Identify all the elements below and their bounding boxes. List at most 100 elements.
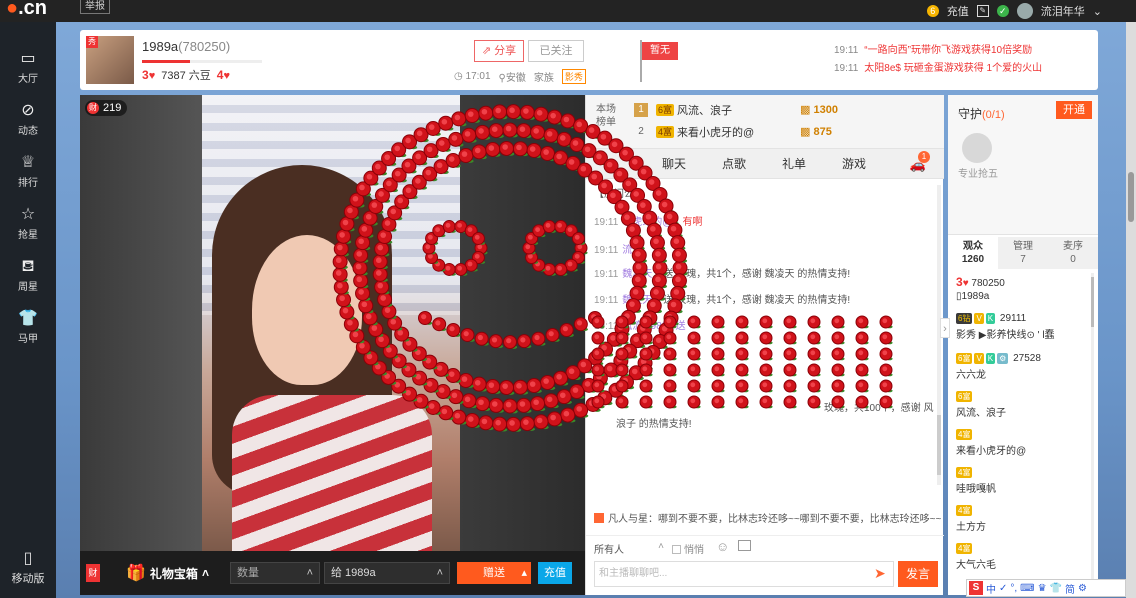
image-icon[interactable]: [738, 540, 751, 551]
bean-count: 7387 六豆: [161, 70, 211, 82]
follow-button[interactable]: 已关注: [528, 40, 584, 62]
open-guard-button[interactable]: 开通: [1056, 101, 1092, 119]
viewer-count-badge: 财 219: [85, 100, 128, 116]
chevron-up-icon: ▴: [521, 567, 527, 579]
recharge-link[interactable]: 充值: [947, 3, 969, 19]
private-checkbox[interactable]: 悄悄: [672, 541, 704, 556]
chat-message: 19:11 魏凌天 a 送 玫瑰，共1个，感谢 魏凌天 的热情支持!: [594, 295, 851, 306]
chat-input[interactable]: 和主播聊聊吧...: [594, 561, 894, 587]
chevron-up-icon: ˄: [436, 567, 443, 579]
sidebar-item-ranking[interactable]: ♕ 排行: [0, 148, 56, 198]
site-logo[interactable]: ●.cn: [6, 0, 47, 20]
send-arrow-icon[interactable]: ➤: [874, 565, 886, 582]
tab-games[interactable]: 游戏: [824, 149, 884, 178]
report-button[interactable]: 举报: [80, 0, 110, 14]
quantity-input[interactable]: 数量 ˄: [230, 562, 320, 584]
sidebar-item-hall[interactable]: ▭ 大厅: [0, 44, 56, 94]
scroll-thumb[interactable]: [1128, 172, 1134, 222]
notice-item[interactable]: 19:11 “一路向西”玩带你飞游戏获得10倍奖励: [834, 42, 1074, 60]
coin-stack-icon: ▩: [800, 126, 811, 138]
horn-icon: [594, 513, 604, 523]
share-button[interactable]: ⇗ 分享: [474, 40, 524, 62]
shirt-icon: 👕: [18, 310, 38, 327]
ime-settings-icon: ⚙: [1078, 582, 1087, 594]
page-scrollbar[interactable]: [1126, 22, 1136, 598]
list-item[interactable]: 4富 土方方: [956, 505, 986, 533]
location-icon: ⚲: [498, 73, 506, 84]
sidebar-item-grab-star[interactable]: ☆ 抢星: [0, 200, 56, 250]
recharge-button[interactable]: 充值: [538, 562, 572, 584]
list-item[interactable]: 4富 来看小虎牙的@: [956, 429, 1026, 457]
tab-mic-queue[interactable]: 麦序 0: [1048, 237, 1098, 269]
gift-box-button[interactable]: 🎁 礼物宝箱 ˄: [126, 563, 209, 583]
ime-skin-icon: ♛: [1037, 582, 1047, 594]
list-item[interactable]: 4富 哇哦嘎帆: [956, 467, 996, 495]
ime-moon-icon: ✓: [999, 582, 1008, 594]
guard-avatar[interactable]: [962, 133, 992, 163]
chat-message: 玫瑰，共100个，感谢 风: [824, 403, 934, 414]
stream-frame: [202, 95, 460, 551]
audience-tabs: 观众 1260 管理 7 麦序 0: [948, 237, 1098, 269]
emoji-icon[interactable]: ☺: [716, 539, 729, 554]
ranking-score: ▩ 1300: [800, 104, 838, 116]
list-item[interactable]: 4富 大气六毛: [956, 543, 996, 571]
chat-message: 浪子 的热情支持!: [616, 419, 692, 430]
verified-icon: ✓: [996, 5, 1009, 17]
tab-managers[interactable]: 管理 7: [998, 237, 1048, 269]
mobile-version-button[interactable]: ▯ 移动版: [6, 544, 50, 594]
tab-audience[interactable]: 观众 1260: [948, 237, 998, 269]
list-item[interactable]: 3♥ 780250 ▯1989a: [956, 275, 1005, 302]
coin-stack-icon: ▩: [800, 104, 811, 116]
send-message-button[interactable]: 发言: [898, 561, 938, 587]
tab-song[interactable]: 点歌: [704, 149, 764, 178]
video-player[interactable]: 财 219: [80, 95, 585, 551]
chat-panel: 本场榜单 1 6富 风流、浪子 ▩ 1300 2 4富 来看小虎牙的@ ▩ 87…: [585, 95, 944, 595]
tv-icon: ▭: [20, 50, 36, 67]
rank-flag: 暂无: [642, 42, 678, 60]
notice-item[interactable]: 19:11 太阳8e$ 玩砸金蛋游戏获得 1个爱的火山: [834, 60, 1074, 78]
chevron-up-icon: ˄: [658, 541, 664, 552]
chat-message: 19:11 魏凌天 a 送 玫瑰，共1个，感谢 魏凌天 的热情支持!: [594, 269, 851, 280]
phone-icon: ▯: [23, 550, 33, 567]
right-panel: 守护(0/1) 开通 专业抢五 观众 1260 管理 7 麦序 0 3♥ 780250…: [948, 95, 1098, 595]
tab-chat[interactable]: 聊天: [644, 149, 704, 178]
ime-chinese-icon: 中: [986, 584, 996, 596]
star-icon: ☆: [20, 206, 36, 223]
family-tag[interactable]: 影秀: [561, 69, 586, 84]
share-icon: ⇗: [481, 45, 492, 57]
collapse-arrow-icon[interactable]: ›: [940, 318, 950, 338]
chevron-up-icon: ˄: [306, 567, 313, 579]
car-badge: 1: [918, 151, 930, 163]
chevron-down-icon[interactable]: ⌄: [1093, 5, 1102, 18]
sidebar-item-dynamics[interactable]: ⊘ 动态: [0, 96, 56, 146]
chat-target-select[interactable]: 所有人 ˄: [594, 541, 664, 556]
audience-list: 3♥ 780250 ▯1989a 6钻 V K 29111 影秀 ▶影养快线⊙ ' l蠢…: [948, 271, 1098, 595]
list-item[interactable]: 6钻 V K 29111 影秀 ▶影养快线⊙ ' l蠢: [956, 313, 1055, 341]
heart-icon: ♥: [148, 70, 156, 82]
username[interactable]: 流泪年华: [1041, 3, 1085, 19]
host-level-progress: [142, 60, 262, 63]
keyboard-icon: ⌨: [1020, 582, 1035, 594]
user-avatar[interactable]: [1016, 3, 1033, 19]
send-gift-button[interactable]: 赠送 ▴: [457, 562, 531, 584]
chat-options: 所有人 ˄ 悄悄 ☺: [586, 535, 944, 559]
sidebar-item-week-star[interactable]: ⛾ 周星: [0, 252, 56, 302]
host-stats: 3♥ 7387 六豆 4♥: [142, 68, 230, 82]
chat-message: 19:11 流泪: [594, 245, 643, 256]
list-item[interactable]: 6富 风流、浪子: [956, 391, 1006, 419]
edit-icon[interactable]: ✎: [976, 5, 989, 17]
ime-toolbar[interactable]: S 中 ✓ °, ⌨ ♛ 👕 简 ⚙: [966, 579, 1126, 597]
ranking-title: 本场榜单: [596, 104, 616, 128]
host-avatar[interactable]: 秀: [86, 36, 134, 84]
fan-icon[interactable]: 财: [86, 564, 100, 582]
chat-message: 19:11 小虎牙的@：有啊: [594, 217, 703, 228]
ranking-row[interactable]: 2 4富 来看小虎牙的@: [634, 123, 754, 141]
sidebar-item-vest[interactable]: 👕 马甲: [0, 304, 56, 354]
ranking-row[interactable]: 1 6富 风流、浪子: [634, 101, 732, 119]
chat-message: 19:11 风流 1989a 送: [594, 321, 686, 332]
host-name: 1989a(780250): [142, 39, 231, 54]
list-item[interactable]: 6富 V K ⚙ 27528 六六龙: [956, 353, 1041, 381]
recipient-select[interactable]: 给 1989a ˄: [324, 562, 450, 584]
tab-gift-list[interactable]: 礼单: [764, 149, 824, 178]
audience-scrollbar[interactable]: [1091, 273, 1094, 593]
